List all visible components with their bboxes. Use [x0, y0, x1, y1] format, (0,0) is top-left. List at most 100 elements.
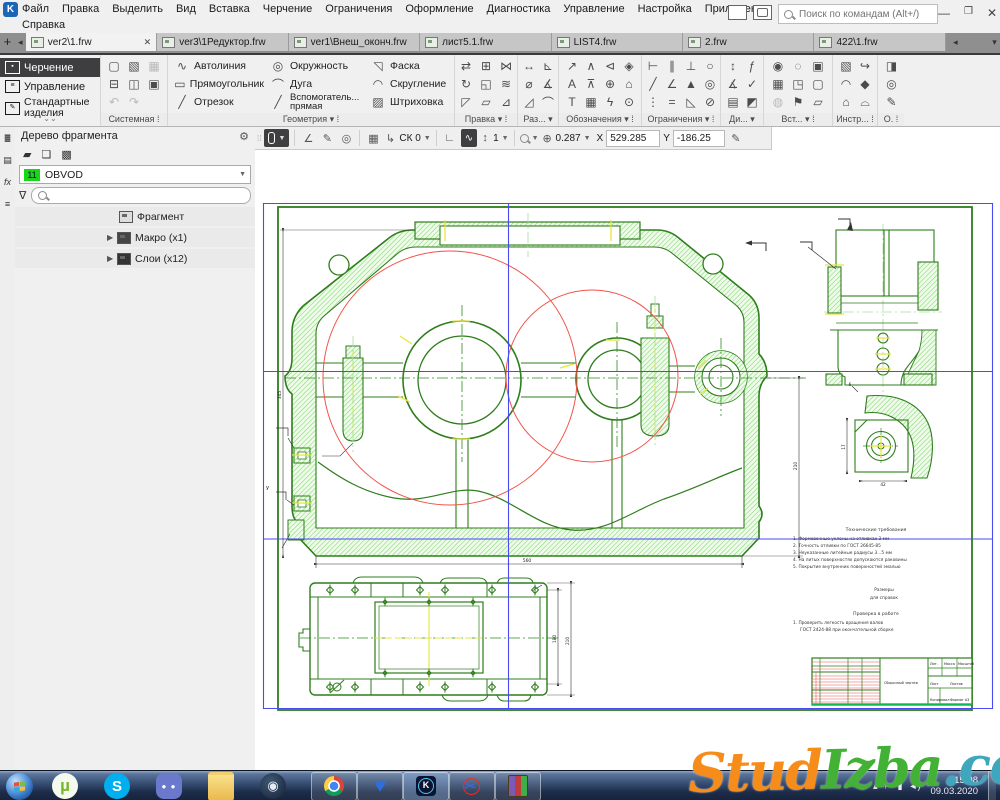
tab-scroll-right-icon[interactable]: ◂ ▸	[950, 33, 961, 53]
kompas-taskbar-button[interactable]: K	[403, 772, 449, 800]
tab-document-5[interactable]: LIST4.frw	[552, 33, 683, 51]
winrar-taskbar-button[interactable]	[495, 772, 541, 800]
x-coordinate-field[interactable]: 529.285	[606, 130, 660, 147]
command-search-input[interactable]	[797, 8, 932, 21]
view-label-icon[interactable]	[619, 57, 639, 75]
edit-tool-4-icon[interactable]	[456, 75, 476, 93]
layer-solid-icon[interactable]: ▰	[23, 148, 31, 161]
menu-help[interactable]: Справка	[22, 19, 65, 31]
auxiliary-line-button[interactable]: Вспомогатель... прямая	[264, 93, 364, 111]
edit-tool-2-icon[interactable]	[476, 57, 496, 75]
insert-region-icon[interactable]	[808, 93, 828, 111]
insert-frame-icon[interactable]	[808, 75, 828, 93]
tool-contour-icon[interactable]	[836, 93, 856, 111]
app-logo-icon[interactable]: K	[3, 2, 18, 17]
menu-constraints[interactable]: Ограничения	[325, 3, 392, 15]
tab-document-7[interactable]: 422\1.frw	[814, 33, 945, 51]
image-icon[interactable]: ▩	[61, 148, 71, 161]
y-coordinate-field[interactable]: -186.25	[673, 130, 725, 147]
check-icon[interactable]	[742, 57, 762, 75]
edit-tool-9-icon[interactable]	[496, 93, 516, 111]
corner-mode-icon[interactable]: ∟	[442, 132, 458, 144]
insert-view-icon[interactable]	[788, 57, 808, 75]
edit-tool-3-icon[interactable]	[496, 57, 516, 75]
zoom-value[interactable]: 0.287	[556, 133, 581, 144]
dim-arc-icon[interactable]	[538, 93, 558, 111]
angle-constraint-icon[interactable]	[662, 75, 682, 93]
hatch-button[interactable]: Штриховка	[364, 93, 452, 111]
axis-icon[interactable]	[619, 93, 639, 111]
coincide-icon[interactable]	[643, 57, 663, 75]
zoom-area-icon[interactable]	[520, 134, 529, 143]
roughness-icon[interactable]	[581, 75, 601, 93]
save-icon[interactable]	[144, 57, 164, 75]
menu-insert[interactable]: Вставка	[209, 3, 250, 15]
tab-document-1[interactable]: ver2\1.frw ✕	[26, 33, 157, 51]
dim-angular-icon[interactable]	[538, 57, 558, 75]
menu-file[interactable]: Файл	[22, 3, 49, 15]
point-snap-icon[interactable]: ◎	[338, 132, 354, 145]
skype-taskbar-icon[interactable]: S	[104, 773, 130, 799]
tab-list-icon[interactable]: ▾	[989, 33, 1000, 53]
tree-item-layers[interactable]: ▶ Слои (x12)	[15, 249, 255, 268]
snap-settings-button[interactable]: ▼	[264, 129, 289, 147]
print-icon[interactable]	[104, 75, 124, 93]
edit-tool-6-icon[interactable]	[496, 75, 516, 93]
leader-icon[interactable]	[562, 57, 582, 75]
heart-app-taskbar-button[interactable]: ♥	[357, 772, 403, 800]
filter-icon[interactable]: ∇	[19, 189, 26, 202]
segment-button[interactable]: Отрезок	[168, 93, 264, 111]
parallel-icon[interactable]	[662, 57, 682, 75]
workspace-drawing-button[interactable]: ▪ Черчение	[0, 58, 100, 77]
variables-panel-icon[interactable]: fx	[0, 171, 15, 193]
workspace-management-button[interactable]: ≡ Управление	[0, 77, 100, 96]
expand-arrow-icon[interactable]: ▶	[107, 233, 117, 242]
collinear-icon[interactable]	[643, 75, 663, 93]
start-button[interactable]	[6, 773, 33, 800]
tool-point-icon[interactable]	[855, 75, 875, 93]
tool-convert-icon[interactable]	[855, 57, 875, 75]
edit-tool-8-icon[interactable]	[476, 93, 496, 111]
vertical-icon[interactable]	[643, 93, 663, 111]
new-tab-button[interactable]: +	[0, 33, 15, 53]
shapes-icon[interactable]: ❏	[41, 148, 51, 161]
menu-select[interactable]: Выделить	[112, 3, 163, 15]
arc-button[interactable]: Дуга	[264, 75, 364, 93]
coordinate-system-value[interactable]: СК 0	[399, 133, 420, 144]
tab-scroll-left-icon[interactable]: ◂	[15, 33, 26, 53]
screen-view-icon[interactable]	[753, 5, 772, 20]
gear-icon[interactable]: ⚙	[239, 130, 249, 143]
parambar-layer-value[interactable]: 1	[493, 133, 499, 144]
dim-angle-icon[interactable]	[538, 75, 558, 93]
rounding-toggle[interactable]: ∿	[461, 129, 477, 147]
save-as-icon[interactable]	[144, 75, 164, 93]
text-icon[interactable]	[562, 93, 582, 111]
chevron-down-icon[interactable]: ▼	[502, 135, 509, 142]
angle-snap-icon[interactable]: ✎	[319, 132, 335, 145]
tool-segment-icon[interactable]	[855, 93, 875, 111]
screenshot-tool-taskbar-button[interactable]: ✂	[449, 772, 495, 800]
fillet-button[interactable]: Скругление	[364, 75, 452, 93]
fix-icon[interactable]	[681, 75, 701, 93]
menu-diagnostics[interactable]: Диагностика	[487, 3, 551, 15]
parallel-snap-icon[interactable]: ∠	[300, 132, 316, 145]
style-fill-icon[interactable]	[882, 57, 902, 75]
section-icon[interactable]	[619, 75, 639, 93]
expand-arrow-icon[interactable]: ▶	[107, 254, 117, 263]
circle-button[interactable]: Окружность	[264, 57, 364, 75]
tab-document-6[interactable]: 2.frw	[683, 33, 814, 51]
open-document-icon[interactable]	[124, 57, 144, 75]
tool-spline-icon[interactable]	[836, 75, 856, 93]
edit-tool-7-icon[interactable]	[456, 93, 476, 111]
table-icon[interactable]	[581, 93, 601, 111]
menu-management[interactable]: Управление	[563, 3, 624, 15]
new-document-icon[interactable]	[104, 57, 124, 75]
area-icon[interactable]	[723, 93, 743, 111]
insert-object-icon[interactable]	[808, 57, 828, 75]
current-layer-combo[interactable]: 11 OBVOD ▼	[19, 165, 251, 184]
tree-panel-icon[interactable]: ≣	[0, 127, 15, 149]
chevron-down-icon[interactable]: ▼	[584, 135, 591, 142]
dim-diameter-icon[interactable]	[519, 75, 539, 93]
tree-search-box[interactable]	[31, 187, 251, 204]
restore-button[interactable]: ❐	[964, 6, 973, 20]
